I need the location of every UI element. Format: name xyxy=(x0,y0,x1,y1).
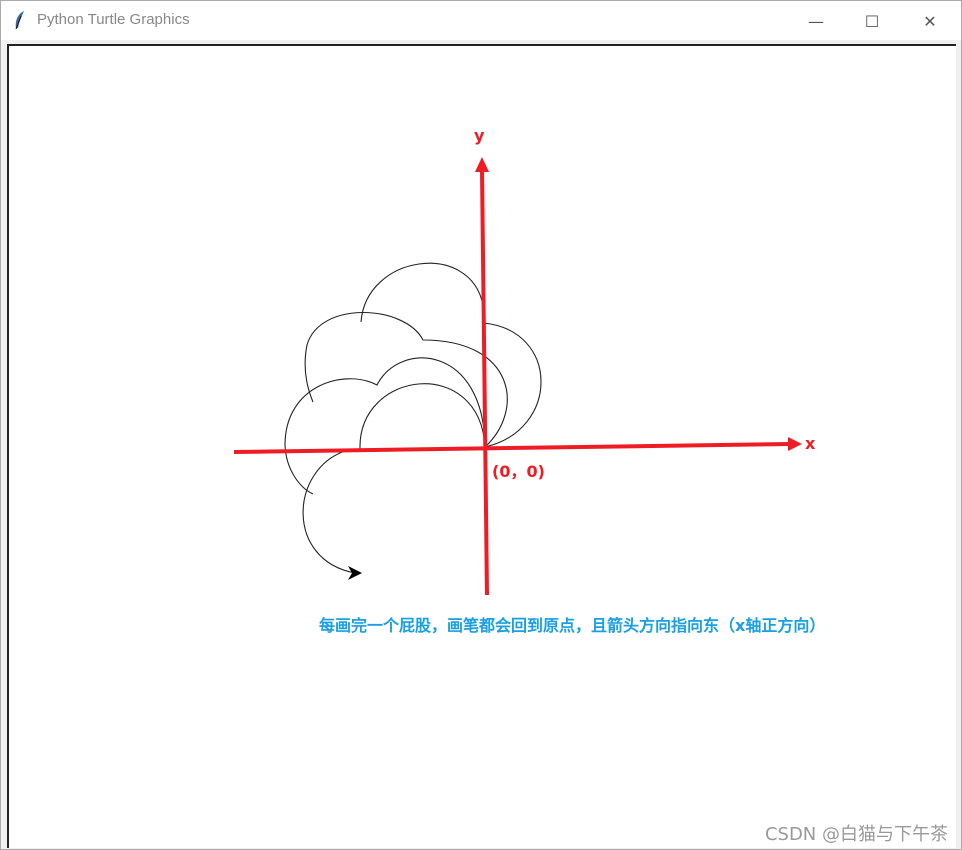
watermark: CSDN @白猫与下午茶 xyxy=(764,824,948,845)
y-axis-label: y xyxy=(474,126,485,145)
curve-small-arc xyxy=(359,383,486,450)
axes xyxy=(233,157,802,596)
origin-label: (0，0) xyxy=(492,462,545,481)
curve-arc-bottom xyxy=(302,450,356,574)
x-axis-label: x xyxy=(805,434,816,453)
x-axis xyxy=(233,442,791,454)
turtle-curves xyxy=(284,262,542,574)
curve-arc-4 xyxy=(482,322,542,448)
turtle-arrow-icon xyxy=(348,566,362,580)
x-axis-arrow xyxy=(788,437,802,451)
caption: 每画完一个屁股，画笔都会回到原点，且箭头方向指向东（x轴正方向） xyxy=(319,616,826,635)
y-axis xyxy=(480,169,489,596)
y-axis-arrow xyxy=(475,157,489,172)
curve-arc-top xyxy=(360,262,484,323)
